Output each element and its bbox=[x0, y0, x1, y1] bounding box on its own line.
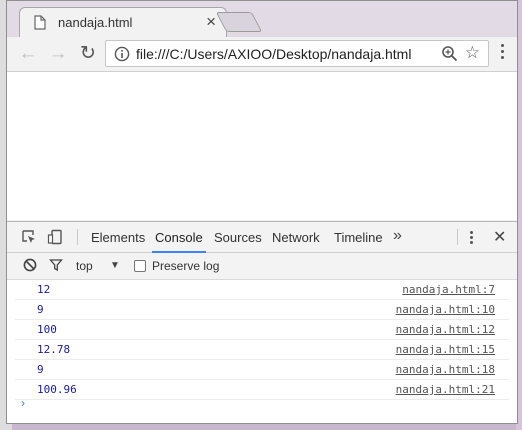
context-selector[interactable]: top bbox=[76, 259, 93, 273]
log-value: 100 bbox=[37, 323, 57, 336]
log-value: 12 bbox=[37, 283, 51, 296]
preserve-log-checkbox[interactable] bbox=[134, 260, 146, 272]
log-value: 9 bbox=[37, 363, 44, 376]
devtools-menu-icon[interactable] bbox=[470, 231, 473, 246]
console-message: 100 nandaja.html:12 bbox=[15, 320, 509, 340]
console-message: 9 nandaja.html:10 bbox=[15, 300, 509, 320]
console-messages: 12 nandaja.html:7 9 nandaja.html:10 100 … bbox=[7, 280, 517, 400]
tab-elements[interactable]: Elements bbox=[91, 230, 145, 245]
inspect-element-icon[interactable] bbox=[21, 229, 37, 250]
tab-title: nandaja.html bbox=[58, 15, 133, 30]
tab-strip: nandaja.html × bbox=[7, 1, 517, 37]
zoom-icon[interactable] bbox=[441, 45, 458, 67]
tab-timeline[interactable]: Timeline bbox=[334, 230, 383, 245]
console-message: 100.96 nandaja.html:21 bbox=[15, 380, 509, 400]
browser-window: nandaja.html × ← → ↻ file:///C:/Users/AX… bbox=[6, 0, 518, 424]
url-text[interactable]: file:///C:/Users/AXIOO/Desktop/nandaja.h… bbox=[136, 46, 411, 62]
chevron-down-icon[interactable]: ▼ bbox=[110, 260, 120, 271]
bookmark-star-icon[interactable]: ☆ bbox=[465, 43, 480, 63]
toolbar: ← → ↻ file:///C:/Users/AXIOO/Desktop/nan… bbox=[7, 37, 517, 72]
source-link[interactable]: nandaja.html:15 bbox=[396, 343, 495, 356]
devtools-close-icon[interactable]: ✕ bbox=[493, 227, 506, 247]
clear-console-icon[interactable] bbox=[23, 258, 37, 277]
tab-close-icon[interactable]: × bbox=[206, 12, 216, 32]
console-message: 12.78 nandaja.html:15 bbox=[15, 340, 509, 360]
devtools-panel: Elements Console Sources Network Timelin… bbox=[7, 221, 517, 423]
console-toolbar: top ▼ Preserve log bbox=[7, 253, 517, 280]
tab-sources[interactable]: Sources bbox=[214, 230, 262, 245]
document-icon bbox=[34, 15, 46, 35]
toolbar-divider bbox=[457, 229, 458, 245]
preserve-log-label[interactable]: Preserve log bbox=[152, 259, 219, 273]
browser-tab[interactable]: nandaja.html × bbox=[19, 7, 227, 37]
source-link[interactable]: nandaja.html:21 bbox=[396, 383, 495, 396]
reload-button[interactable]: ↻ bbox=[77, 43, 99, 65]
device-toolbar-icon[interactable] bbox=[47, 229, 63, 250]
source-link[interactable]: nandaja.html:18 bbox=[396, 363, 495, 376]
tab-console[interactable]: Console bbox=[152, 230, 206, 253]
log-value: 12.78 bbox=[37, 343, 71, 356]
console-prompt[interactable]: › bbox=[21, 396, 25, 410]
console-message: 12 nandaja.html:7 bbox=[15, 280, 509, 300]
log-value: 9 bbox=[37, 303, 44, 316]
filter-icon[interactable] bbox=[49, 258, 63, 277]
back-button[interactable]: ← bbox=[17, 43, 39, 65]
console-message: 9 nandaja.html:18 bbox=[15, 360, 509, 380]
devtools-tabbar: Elements Console Sources Network Timelin… bbox=[7, 222, 517, 253]
more-tabs-icon[interactable]: » bbox=[393, 227, 402, 245]
source-link[interactable]: nandaja.html:12 bbox=[396, 323, 495, 336]
forward-button[interactable]: → bbox=[47, 43, 69, 65]
toolbar-divider bbox=[77, 229, 78, 245]
log-value: 100.96 bbox=[37, 383, 77, 396]
address-bar[interactable]: file:///C:/Users/AXIOO/Desktop/nandaja.h… bbox=[105, 40, 489, 67]
source-link[interactable]: nandaja.html:7 bbox=[402, 283, 495, 296]
browser-menu-icon[interactable] bbox=[501, 44, 505, 62]
info-icon[interactable] bbox=[114, 46, 130, 67]
source-link[interactable]: nandaja.html:10 bbox=[396, 303, 495, 316]
tab-network[interactable]: Network bbox=[272, 230, 320, 245]
page-content bbox=[7, 72, 517, 220]
